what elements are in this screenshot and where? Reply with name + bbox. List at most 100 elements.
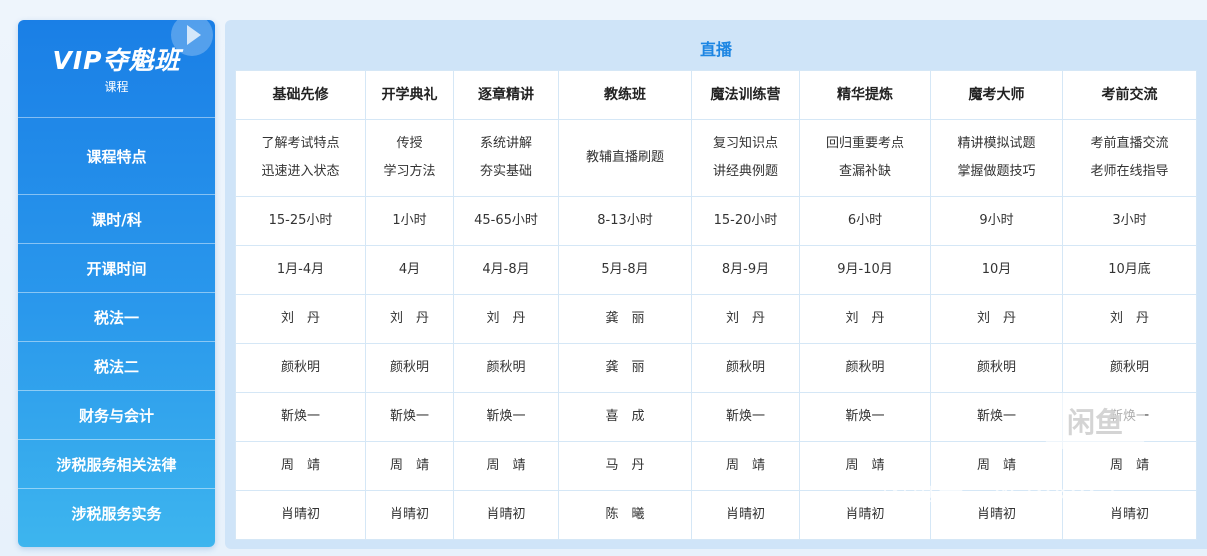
table-cell: 9月-10月	[799, 245, 931, 295]
column-header: 考前交流	[1062, 70, 1197, 120]
sidebar-row-label: 财务与会计	[18, 391, 215, 440]
column-header: 教练班	[558, 70, 692, 120]
table-cell: 6小时	[799, 196, 931, 246]
table-cell: 5月-8月	[558, 245, 692, 295]
table-cell: 8月-9月	[691, 245, 800, 295]
cell-line: 15-20小时	[713, 213, 778, 228]
sidebar-row-label: 课程特点	[18, 118, 215, 195]
column-header: 魔考大师	[930, 70, 1063, 120]
table-cell: 周 靖	[691, 441, 800, 491]
table-cell: 刘 丹	[235, 294, 366, 344]
table-row: 1月-4月 4月 4月-8月 5月-8月 8月-9月 9月-10月 10月 10月底	[235, 245, 1197, 295]
table-cell: 陈 曦	[558, 490, 692, 540]
cell-line: 夯实基础	[479, 164, 532, 179]
cell-line: 刘 丹	[976, 311, 1016, 326]
table-cell: 15-25小时	[235, 196, 366, 246]
sidebar-row-label: 涉税服务实务	[71, 504, 162, 523]
table-cell: 1月-4月	[235, 245, 366, 295]
table-cell: 回归重要考点 查漏补缺	[799, 119, 931, 197]
cell-line: 靳焕一	[486, 409, 526, 424]
table-cell: 10月	[930, 245, 1063, 295]
cell-line: 4月-8月	[482, 262, 530, 277]
cell-line: 15-25小时	[268, 213, 333, 228]
table-cell: 3小时	[1062, 196, 1197, 246]
cell-line: 6小时	[847, 213, 883, 228]
cell-line: 肖晴初	[280, 507, 320, 522]
watermark-logo: 闲鱼	[1045, 393, 1145, 449]
table-row: 了解考试特点 迅速进入状态 传授 学习方法 系统讲解 夯实基础 教辅直播刷题 复习知识点 讲经典…	[235, 119, 1197, 197]
brand-subtitle: 课程	[104, 80, 129, 94]
table-cell: 传授 学习方法	[365, 119, 454, 197]
sidebar-row-label: 税法一	[18, 293, 215, 342]
cell-line: 刘 丹	[1109, 311, 1149, 326]
cell-line: 教辅直播刷题	[585, 150, 664, 165]
table-cell: 颜秋明	[799, 343, 931, 393]
cell-line: 45-65小时	[474, 213, 538, 228]
cell-line: 龚 丽	[605, 311, 645, 326]
table-cell: 教辅直播刷题	[558, 119, 692, 197]
table-cell: 靳焕一	[235, 392, 366, 442]
table-cell: 龚 丽	[558, 343, 692, 393]
table-cell: 刘 丹	[691, 294, 800, 344]
table-cell: 肖晴初	[691, 490, 800, 540]
table-cell: 15-20小时	[691, 196, 800, 246]
cell-line: 讲经典例题	[712, 164, 778, 179]
cell-line: 老师在线指导	[1090, 164, 1169, 179]
table-cell: 1小时	[365, 196, 454, 246]
cell-line: 周 靖	[389, 458, 429, 473]
cell-line: 9小时	[979, 213, 1014, 228]
cell-line: 马 丹	[605, 458, 645, 473]
cell-line: 周 靖	[280, 458, 320, 473]
cell-line: 肖晴初	[486, 507, 526, 522]
table-cell: 刘 丹	[799, 294, 931, 344]
table-cell: 周 靖	[235, 441, 366, 491]
cell-line: 周 靖	[725, 458, 765, 473]
table-cell: 4月	[365, 245, 454, 295]
cell-line: 喜 成	[605, 409, 645, 424]
cell-line: 系统讲解	[479, 136, 532, 151]
cell-line: 刘 丹	[389, 311, 429, 326]
table-cell: 靳焕一	[453, 392, 559, 442]
sidebar: VIP夺魁班 课程 课程特点 课时/科 开课时间 税法一 税法二 财务与会计 涉税服务相关法…	[18, 20, 215, 547]
cell-line: 龚 丽	[605, 360, 645, 375]
cell-line: 肖晴初	[389, 507, 429, 522]
table-cell: 喜 成	[558, 392, 692, 442]
cell-line: 4月	[398, 262, 421, 277]
table-cell: 马 丹	[558, 441, 692, 491]
table-cell: 刘 丹	[453, 294, 559, 344]
cell-line: 靳焕一	[976, 409, 1016, 424]
table-cell: 颜秋明	[930, 343, 1063, 393]
table-cell: 颜秋明	[365, 343, 454, 393]
cell-line: 颜秋明	[1109, 360, 1149, 375]
cell-line: 回归重要考点	[825, 136, 904, 151]
cell-line: 1月-4月	[276, 262, 325, 277]
table-cell: 周 靖	[453, 441, 559, 491]
cell-line: 靳焕一	[725, 409, 765, 424]
table-cell: 靳焕一	[691, 392, 800, 442]
cell-line: 靳焕一	[845, 409, 885, 424]
live-panel: 直播 基础先修 开学典礼 逐章精讲 教练班 魔法训练营 精华提炼 魔考大师 考前交流 了解考试…	[225, 20, 1207, 549]
table-cell: 4月-8月	[453, 245, 559, 295]
sidebar-row-label: 开课时间	[18, 244, 215, 293]
cell-line: 颜秋明	[486, 360, 526, 375]
table-cell: 刘 丹	[1062, 294, 1197, 344]
cell-line: 10月底	[1108, 262, 1151, 277]
table-cell: 刘 丹	[365, 294, 454, 344]
table-cell: 复习知识点 讲经典例题	[691, 119, 800, 197]
cell-line: 刘 丹	[486, 311, 526, 326]
cell-line: 刘 丹	[280, 311, 320, 326]
cell-line: 刘 丹	[725, 311, 765, 326]
cell-line: 靳焕一	[280, 409, 320, 424]
cell-line: 精讲模拟试题	[957, 136, 1036, 151]
cell-line: 考前直播交流	[1090, 136, 1169, 151]
table-cell: 9小时	[930, 196, 1063, 246]
cell-line: 学习方法	[383, 164, 436, 179]
table-row: 颜秋明 颜秋明 颜秋明 龚 丽 颜秋明 颜秋明 颜秋明 颜秋明	[235, 343, 1197, 393]
table-cell: 颜秋明	[1062, 343, 1197, 393]
cell-line: 5月-8月	[601, 262, 649, 277]
cell-line: 了解考试特点	[261, 136, 340, 151]
cell-line: 传授	[396, 136, 423, 151]
cell-line: 10月	[981, 262, 1012, 277]
cell-line: 刘 丹	[845, 311, 885, 326]
cell-line: 8月-9月	[721, 262, 770, 277]
